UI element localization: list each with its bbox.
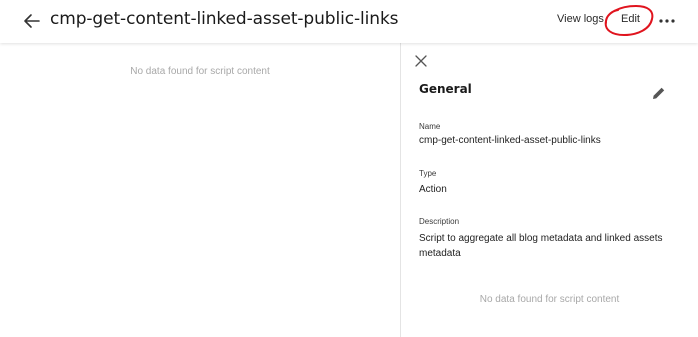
empty-state-message: No data found for script content — [130, 66, 270, 77]
more-options-icon[interactable] — [658, 14, 676, 28]
panel-empty-state-message: No data found for script content — [479, 294, 620, 305]
type-value: Action — [419, 184, 447, 195]
section-title-general: General — [419, 82, 472, 96]
view-logs-button[interactable]: View logs — [557, 13, 604, 25]
close-icon[interactable] — [414, 54, 428, 68]
name-value: cmp-get-content-linked-asset-public-link… — [419, 135, 601, 146]
pencil-icon[interactable] — [651, 85, 667, 101]
description-value: Script to aggregate all blog metadata an… — [419, 233, 663, 259]
details-panel: General Name cmp-get-content-linked-asse… — [401, 43, 698, 337]
script-content-area: No data found for script content — [0, 43, 400, 337]
type-label: Type — [419, 169, 437, 178]
app-header: cmp-get-content-linked-asset-public-link… — [0, 0, 698, 43]
edit-button[interactable]: Edit — [621, 13, 640, 25]
description-label: Description — [419, 217, 460, 226]
page-title: cmp-get-content-linked-asset-public-link… — [50, 9, 399, 29]
back-arrow-icon[interactable] — [22, 11, 42, 31]
name-label: Name — [419, 122, 441, 131]
